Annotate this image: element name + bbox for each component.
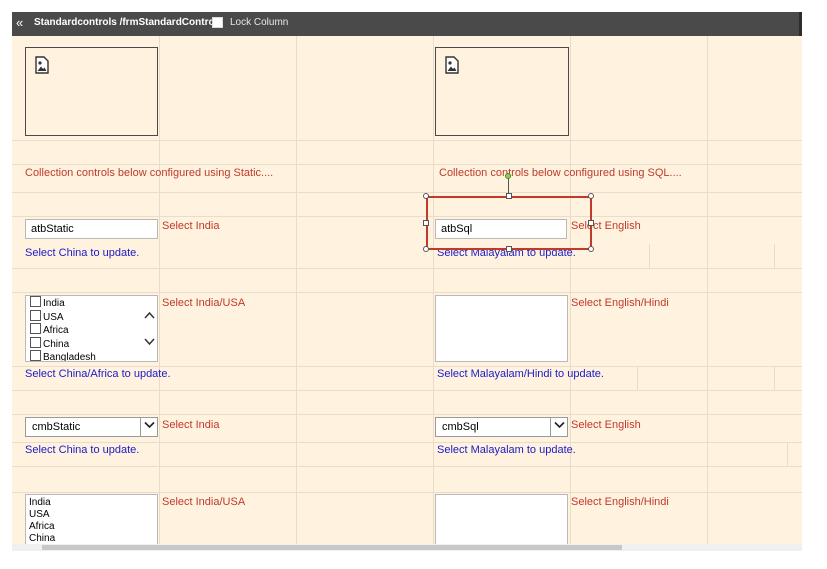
grid-line — [774, 366, 775, 390]
grid-line — [296, 36, 297, 544]
dropdown-button[interactable] — [140, 418, 157, 436]
chevron-down-icon — [143, 421, 155, 429]
grid-line — [707, 36, 708, 544]
checklist-item[interactable]: USA — [26, 309, 157, 324]
checkbox[interactable] — [30, 336, 41, 348]
autocomplete-static-hint: Select India — [162, 220, 220, 232]
image-placeholder-icon — [445, 56, 459, 74]
grid-line — [12, 216, 802, 217]
chevron-up-icon[interactable] — [144, 311, 155, 320]
rotate-handle[interactable] — [505, 173, 511, 179]
grid-line — [12, 366, 802, 367]
grid-line — [787, 442, 788, 466]
image-box-left[interactable] — [25, 47, 158, 136]
checklist-sql[interactable] — [435, 295, 568, 362]
resize-handle-sw[interactable] — [423, 246, 429, 252]
listbox-item[interactable]: Africa — [26, 521, 157, 533]
resize-handle-e[interactable] — [588, 220, 594, 226]
grid-line — [12, 292, 802, 293]
checkbox[interactable] — [30, 309, 41, 321]
checklist-static[interactable]: India USA Africa China Bangladesh — [25, 295, 158, 362]
checklist-item-label: China — [43, 338, 70, 350]
collapse-icon[interactable]: « — [16, 15, 23, 31]
grid-line — [159, 36, 160, 544]
grid-line — [12, 140, 802, 141]
checklist-static-note: Select China/Africa to update. — [25, 368, 171, 380]
rotate-handle-stem — [508, 178, 509, 194]
checklist-item[interactable]: Bangladesh — [26, 350, 157, 362]
combo-sql[interactable]: cmbSql — [435, 417, 568, 437]
grid-line — [12, 192, 802, 193]
combo-static-value: cmbStatic — [32, 421, 81, 433]
listbox-static-hint: Select India/USA — [162, 496, 246, 508]
form-design-canvas[interactable]: Collection controls below configured usi… — [12, 36, 802, 544]
grid-line — [570, 36, 571, 544]
form-path-title: Standardcontrols /frmStandardControl — [34, 17, 218, 28]
resize-handle-ne[interactable] — [588, 193, 594, 199]
selection-frame[interactable] — [426, 196, 592, 250]
checklist-item-label: Africa — [43, 325, 69, 336]
toolbar-edge — [799, 12, 802, 36]
checklist-sql-note: Select Malayalam/Hindi to update. — [437, 368, 604, 380]
resize-handle-w[interactable] — [423, 220, 429, 226]
listbox-item[interactable]: India — [26, 497, 157, 509]
combo-static-note: Select China to update. — [25, 444, 140, 456]
listbox-item[interactable]: China — [26, 533, 157, 544]
listbox-sql[interactable] — [435, 494, 568, 544]
horizontal-scrollbar[interactable] — [12, 544, 802, 551]
grid-line — [12, 164, 802, 165]
combo-static-hint: Select India — [162, 419, 220, 431]
checkbox[interactable] — [30, 323, 41, 334]
checkbox[interactable] — [30, 350, 41, 361]
chevron-down-icon — [553, 421, 565, 429]
listbox-static[interactable]: India USA Africa China — [25, 494, 158, 544]
grid-line — [637, 366, 638, 390]
grid-line — [12, 268, 802, 269]
dropdown-button[interactable] — [550, 418, 567, 436]
chevron-down-icon[interactable] — [144, 337, 155, 346]
checklist-item-label: USA — [43, 311, 64, 323]
combo-static[interactable]: cmbStatic — [25, 417, 158, 437]
checkbox[interactable] — [30, 296, 41, 307]
grid-line — [12, 466, 802, 467]
sql-section-caption: Collection controls below configured usi… — [439, 167, 682, 179]
combo-sql-value: cmbSql — [442, 421, 479, 433]
grid-line — [12, 414, 802, 415]
combo-sql-note: Select Malayalam to update. — [437, 444, 576, 456]
autocomplete-static-note: Select China to update. — [25, 247, 140, 259]
designer-toolbar: « Standardcontrols /frmStandardControl L… — [12, 12, 802, 36]
grid-line — [12, 390, 802, 391]
static-section-caption: Collection controls below configured usi… — [25, 167, 274, 179]
resize-handle-n[interactable] — [506, 193, 512, 199]
image-box-right[interactable] — [435, 47, 569, 136]
scrollbar-thumb[interactable] — [42, 545, 622, 550]
grid-line — [12, 442, 802, 443]
combo-sql-hint: Select English — [571, 419, 641, 431]
listbox-item[interactable]: USA — [26, 509, 157, 521]
grid-line — [774, 244, 775, 268]
lock-column-checkbox[interactable] — [212, 17, 223, 28]
lock-column-label: Lock Column — [230, 17, 289, 28]
checklist-item[interactable]: China — [26, 336, 157, 351]
image-placeholder-icon — [35, 56, 49, 74]
listbox-sql-hint: Select English/Hindi — [571, 496, 669, 508]
grid-line — [649, 244, 650, 268]
checklist-item[interactable]: Africa — [26, 323, 157, 337]
grid-line — [12, 492, 802, 493]
autocomplete-static[interactable]: atbStatic — [25, 219, 158, 239]
checklist-item-label: India — [43, 298, 65, 309]
resize-handle-nw[interactable] — [423, 193, 429, 199]
checklist-sql-hint: Select English/Hindi — [571, 297, 669, 309]
resize-handle-s[interactable] — [506, 246, 512, 252]
resize-handle-se[interactable] — [588, 246, 594, 252]
grid-line — [433, 36, 434, 544]
checklist-static-hint: Select India/USA — [162, 297, 246, 309]
checklist-item-label: Bangladesh — [43, 352, 96, 362]
checklist-item[interactable]: India — [26, 296, 157, 310]
